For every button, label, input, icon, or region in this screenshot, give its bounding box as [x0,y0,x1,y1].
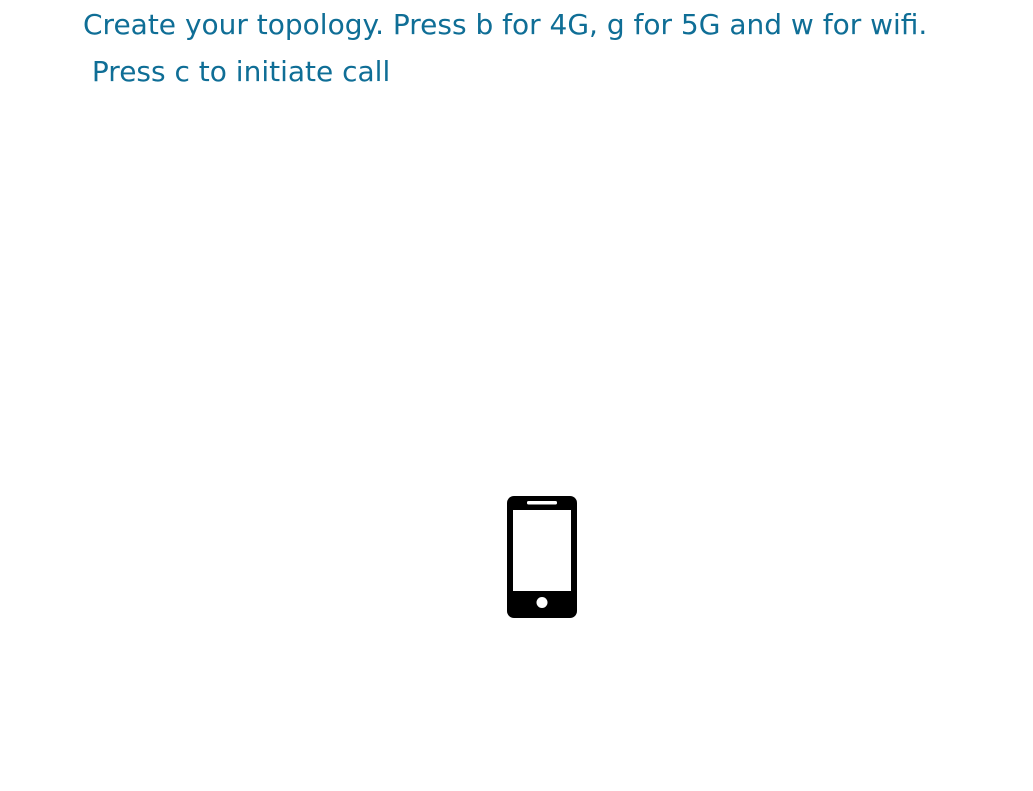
instruction-line-2: Press c to initiate call [83,55,391,88]
topology-canvas[interactable]: Create your topology. Press b for 4G, g … [0,0,1033,791]
instruction-line-1: Create your topology. Press b for 4G, g … [83,8,928,41]
smartphone-device[interactable] [507,496,577,618]
smartphone-icon [507,496,577,618]
